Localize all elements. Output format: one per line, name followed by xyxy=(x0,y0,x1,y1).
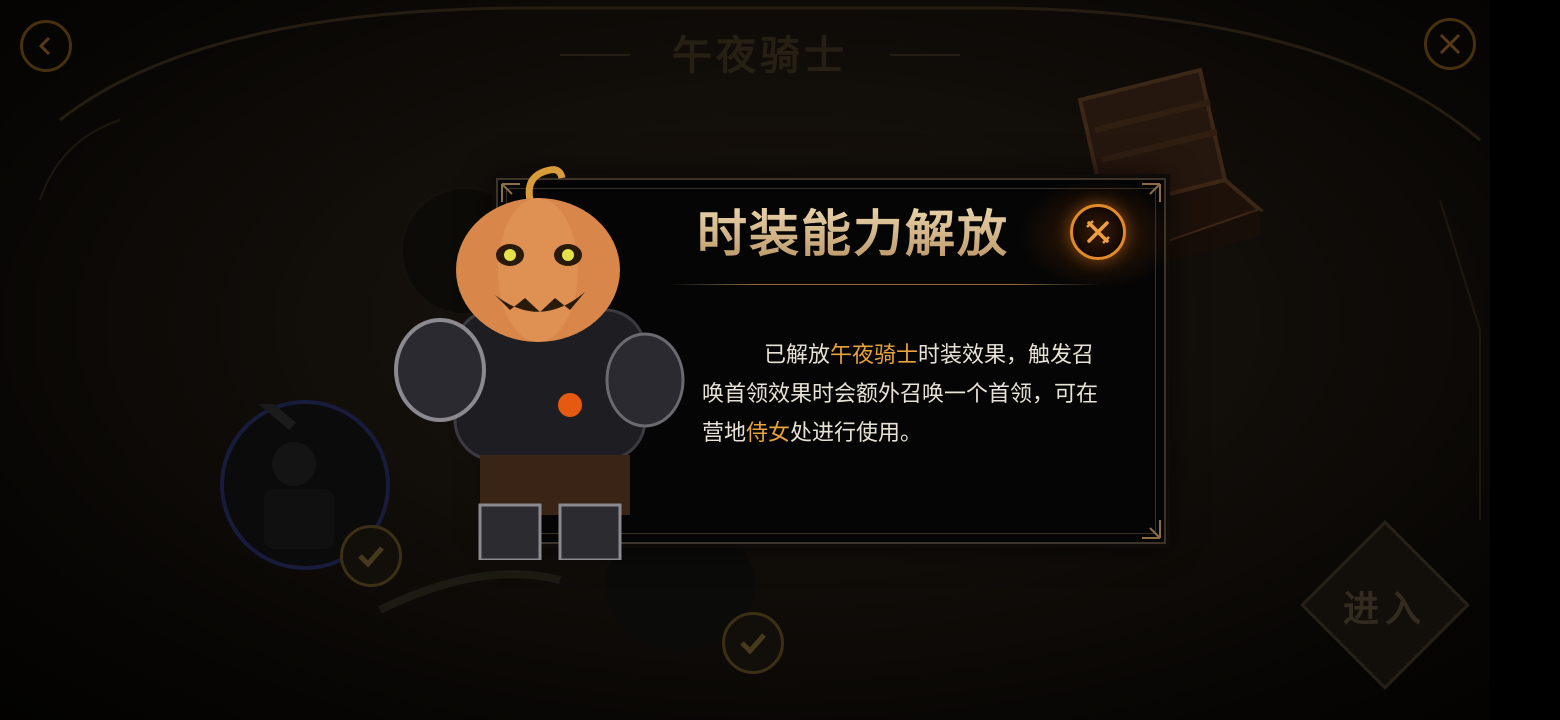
desc-highlight-maid: 侍女 xyxy=(746,421,791,446)
corner-ornament-bottom-right xyxy=(1142,520,1161,539)
dialog-description: 已解放午夜骑士时装效果，触发召唤首领效果时会额外召唤一个首领，可在营地侍女处进行… xyxy=(702,336,1112,453)
desc-highlight-costume: 午夜骑士 xyxy=(830,343,919,368)
desc-part-1: 已解放 xyxy=(764,343,831,368)
dialog-close-button[interactable] xyxy=(1070,204,1126,260)
title-divider xyxy=(668,284,1100,285)
pumpkin-knight-character xyxy=(394,166,685,560)
dialog-title: 时装能力解放 xyxy=(648,198,1058,270)
crossed-swords-icon xyxy=(1086,220,1110,244)
screen-edge-bar xyxy=(1490,0,1560,720)
game-screen: 午夜骑士 进入 时装能力解放 已解放午夜骑士时装效果，触发召唤首领效果时会额外召… xyxy=(0,0,1560,720)
desc-part-3: 处进行使用。 xyxy=(790,421,923,446)
